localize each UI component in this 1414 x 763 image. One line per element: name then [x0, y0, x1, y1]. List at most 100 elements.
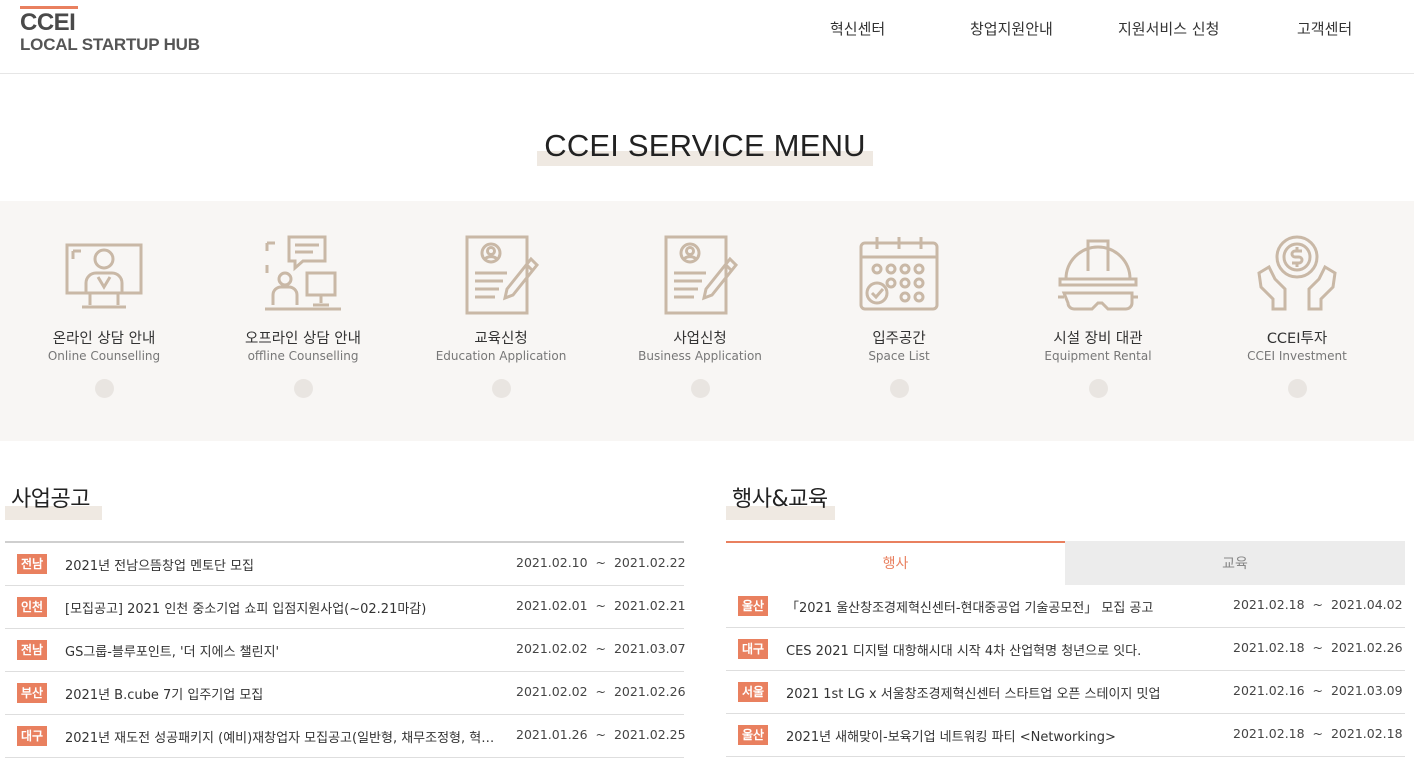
event-dates: 2021.02.16 ~ 2021.03.09: [1233, 683, 1403, 698]
events-list: 울산 「2021 울산창조경제혁신센터-현대중공업 기술공모전」 모집 공고 2…: [726, 585, 1405, 763]
nav-item-startup-support[interactable]: 창업지원안내: [970, 18, 1053, 39]
notice-title[interactable]: GS그룹-블루포인트, '더 지에스 챌린지': [65, 641, 505, 660]
section-title: 사업공고: [11, 487, 90, 512]
service-online-counselling[interactable]: 온라인 상담 안내 Online Counselling: [4, 201, 204, 441]
service-label-en: offline Counselling: [247, 349, 359, 363]
notice-dates: 2021.02.02 ~ 2021.02.26: [516, 684, 686, 699]
service-label-ko: CCEI투자: [1266, 331, 1328, 347]
notice-title[interactable]: 2021년 B.cube 7기 입주기업 모집: [65, 684, 505, 703]
date-separator: ~: [1312, 597, 1324, 612]
service-label-en: Space List: [868, 349, 930, 363]
service-offline-counselling[interactable]: 오프라인 상담 안내 offline Counselling: [203, 201, 403, 441]
start-date: 2021.02.18: [1233, 726, 1305, 741]
end-date: 2021.02.25: [613, 727, 686, 742]
service-dot: [1288, 379, 1307, 398]
service-dot: [691, 379, 710, 398]
service-education-application[interactable]: 교육신청 Education Application: [401, 201, 601, 441]
service-ccei-investment[interactable]: CCEI투자 CCEI Investment: [1197, 201, 1397, 441]
notice-title[interactable]: [모집공고] 2021 인천 중소기업 쇼피 입점지원사업(~02.21마감): [65, 598, 505, 617]
notice-title[interactable]: 2021년 재도전 성공패키지 (예비)재창업자 모집공고(일반형, 채무조정형…: [65, 727, 505, 746]
service-dot: [492, 379, 511, 398]
date-separator: ~: [1312, 683, 1324, 698]
table-row[interactable]: 인천 [모집공고] 2021 인천 중소기업 쇼피 입점지원사업(~02.21마…: [5, 586, 686, 629]
table-row[interactable]: 대구 2021년 재도전 성공패키지 (예비)재창업자 모집공고(일반형, 채무…: [5, 715, 686, 758]
table-row[interactable]: 울산 「2021 울산창조경제혁신센터-현대중공업 기술공모전」 모집 공고 2…: [726, 585, 1405, 628]
table-row[interactable]: 울산 2021년 새해맞이-보육기업 네트워킹 파티 <Networking> …: [726, 714, 1405, 757]
region-badge: 전남: [17, 640, 47, 660]
end-date: 2021.02.22: [613, 555, 686, 570]
start-date: 2021.02.16: [1233, 683, 1305, 698]
date-separator: ~: [595, 684, 607, 699]
date-separator: ~: [595, 598, 607, 613]
service-label-en: CCEI Investment: [1247, 349, 1347, 363]
service-dot: [890, 379, 909, 398]
start-date: 2021.02.01: [516, 598, 588, 613]
service-menu-title: CCEI SERVICE MENU: [544, 128, 866, 163]
start-date: 2021.02.10: [516, 555, 588, 570]
region-badge: 울산: [738, 725, 768, 745]
end-date: 2021.02.26: [1330, 640, 1403, 655]
start-date: 2021.02.18: [1233, 597, 1305, 612]
event-dates: 2021.02.18 ~ 2021.04.02: [1233, 597, 1403, 612]
region-badge: 울산: [738, 596, 768, 616]
start-date: 2021.02.02: [516, 684, 588, 699]
end-date: 2021.02.21: [613, 598, 686, 613]
event-title[interactable]: CES 2021 디지털 대항해시대 시작 4차 산업혁명 청년으로 잇다.: [786, 640, 1226, 659]
region-badge: 인천: [17, 597, 47, 617]
table-row[interactable]: 대구 CES 2021 디지털 대항해시대 시작 4차 산업혁명 청년으로 잇다…: [726, 628, 1405, 671]
notice-dates: 2021.02.10 ~ 2021.02.22: [516, 555, 686, 570]
date-separator: ~: [595, 555, 607, 570]
site-header: CCEI LOCAL STARTUP HUB 혁신센터 창업지원안내 지원서비스…: [0, 0, 1414, 74]
tab-events[interactable]: 행사: [726, 541, 1065, 585]
service-label-en: Business Application: [638, 349, 762, 363]
event-title[interactable]: 2021년 새해맞이-보육기업 네트워킹 파티 <Networking>: [786, 726, 1226, 745]
calendar-icon: [857, 233, 941, 317]
service-label-en: Education Application: [435, 349, 567, 363]
business-notice-heading: 사업공고: [5, 484, 105, 520]
section-title: 행사&교육: [732, 487, 828, 512]
service-dot: [1089, 379, 1108, 398]
service-equipment-rental[interactable]: 시설 장비 대관 Equipment Rental: [998, 201, 1198, 441]
tab-education[interactable]: 교육: [1065, 541, 1405, 585]
date-separator: ~: [1312, 640, 1324, 655]
date-separator: ~: [1312, 726, 1324, 741]
event-dates: 2021.02.18 ~ 2021.02.18: [1233, 726, 1403, 741]
nav-item-innovation-center[interactable]: 혁신센터: [830, 18, 885, 39]
table-row[interactable]: 서울 2021 1st LG x 서울창조경제혁신센터 스타트업 오픈 스테이지…: [726, 671, 1405, 714]
start-date: 2021.02.18: [1233, 640, 1305, 655]
end-date: 2021.04.02: [1330, 597, 1403, 612]
event-title[interactable]: 2021 1st LG x 서울창조경제혁신센터 스타트업 오픈 스테이지 밋업: [786, 683, 1226, 702]
event-title[interactable]: 「2021 울산창조경제혁신센터-현대중공업 기술공모전」 모집 공고: [786, 597, 1226, 616]
service-space-list[interactable]: 입주공간 Space List: [799, 201, 999, 441]
end-date: 2021.03.07: [613, 641, 686, 656]
global-nav: 혁신센터 창업지원안내 지원서비스 신청 고객센터: [0, 18, 1414, 42]
table-row[interactable]: 전남 2021년 전남으뜸창업 멘토단 모집 2021.02.10 ~ 2021…: [5, 543, 686, 586]
nav-item-service-application[interactable]: 지원서비스 신청: [1118, 18, 1219, 39]
service-label-ko: 입주공간: [872, 331, 926, 347]
business-notice-list: 전남 2021년 전남으뜸창업 멘토단 모집 2021.02.10 ~ 2021…: [5, 541, 686, 763]
events-tabs: 행사 교육: [726, 541, 1405, 585]
service-dot: [95, 379, 114, 398]
end-date: 2021.03.09: [1330, 683, 1403, 698]
notice-dates: 2021.02.02 ~ 2021.03.07: [516, 641, 686, 656]
service-menu-heading: CCEI SERVICE MENU: [537, 126, 873, 166]
business-application-icon: [658, 233, 742, 317]
date-separator: ~: [595, 727, 607, 742]
service-label-ko: 교육신청: [474, 331, 528, 347]
region-badge: 부산: [17, 683, 47, 703]
table-row[interactable]: 전남 GS그룹-블루포인트, '더 지에스 챌린지' 2021.02.02 ~ …: [5, 629, 686, 672]
service-label-ko: 사업신청: [673, 331, 727, 347]
notice-title[interactable]: 2021년 전남으뜸창업 멘토단 모집: [65, 555, 505, 574]
event-dates: 2021.02.18 ~ 2021.02.26: [1233, 640, 1403, 655]
service-menu-band: 온라인 상담 안내 Online Counselling 오프라인 상담 안내 …: [0, 201, 1414, 441]
offline-counselling-icon: [261, 233, 345, 317]
service-business-application[interactable]: 사업신청 Business Application: [600, 201, 800, 441]
service-dot: [294, 379, 313, 398]
region-badge: 대구: [17, 726, 47, 746]
date-separator: ~: [595, 641, 607, 656]
region-badge: 전남: [17, 554, 47, 574]
table-row[interactable]: 부산 2021년 B.cube 7기 입주기업 모집 2021.02.02 ~ …: [5, 672, 686, 715]
end-date: 2021.02.18: [1330, 726, 1403, 741]
service-label-ko: 시설 장비 대관: [1053, 331, 1143, 347]
nav-item-customer-center[interactable]: 고객센터: [1297, 18, 1352, 39]
